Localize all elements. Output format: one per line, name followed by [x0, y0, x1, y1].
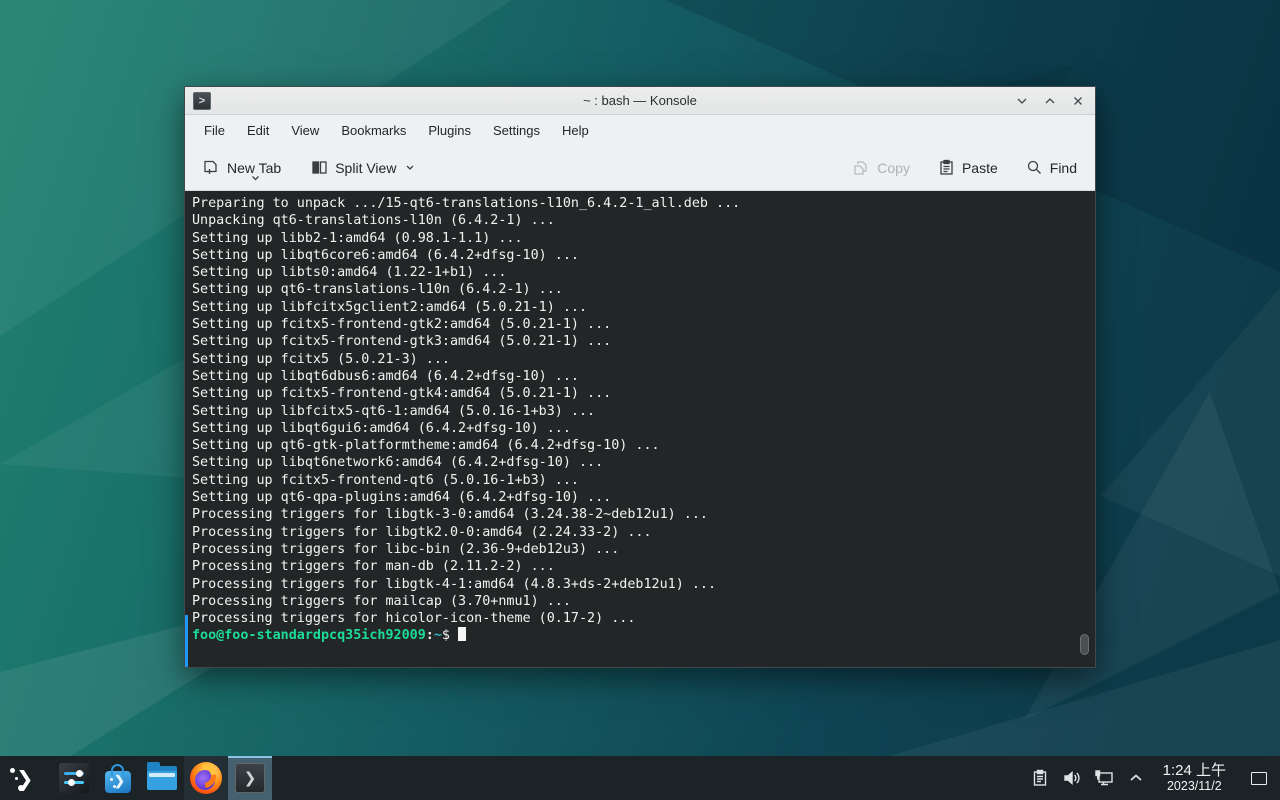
- new-output-indicator: [185, 615, 188, 667]
- chevron-down-icon: [405, 164, 415, 171]
- menu-item[interactable]: Help: [553, 119, 598, 142]
- menu-item[interactable]: Plugins: [419, 119, 480, 142]
- paste-button[interactable]: Paste: [930, 153, 1006, 182]
- menu-item[interactable]: Settings: [484, 119, 549, 142]
- clock-date: 2023/11/2: [1163, 779, 1226, 793]
- window-title: ~ : bash — Konsole: [185, 93, 1095, 108]
- terminal-line: Setting up libqt6gui6:amd64 (6.4.2+dfsg-…: [192, 420, 1095, 437]
- konsole-window: > ~ : bash — Konsole FileEditViewBookmar…: [184, 86, 1096, 668]
- shell-prompt-line: foo@foo-standardpcq35ich92009:~$: [192, 627, 1095, 644]
- taskbar-panel: ❯ ❯ ❯: [0, 756, 1280, 800]
- app-launcher-button[interactable]: ❯: [0, 756, 44, 800]
- terminal-line: Unpacking qt6-translations-l10n (6.4.2-1…: [192, 212, 1095, 229]
- file-manager-button[interactable]: [140, 756, 184, 800]
- terminal-line: Setting up fcitx5 (5.0.21-3) ...: [192, 351, 1095, 368]
- clock-time: 1:24 上午: [1163, 763, 1226, 780]
- prompt-path: ~: [434, 628, 442, 643]
- file-manager-icon: [147, 766, 177, 790]
- terminal-line: Processing triggers for hicolor-icon-the…: [192, 610, 1095, 627]
- split-view-label: Split View: [335, 160, 396, 176]
- terminal-output: Preparing to unpack .../15-qt6-translati…: [192, 195, 1095, 627]
- konsole-icon: ❯: [235, 763, 265, 793]
- terminal-line: Setting up libqt6network6:amd64 (6.4.2+d…: [192, 454, 1095, 471]
- split-view-icon: [311, 159, 328, 176]
- find-label: Find: [1050, 160, 1077, 176]
- system-tray: 1:24 上午 2023/11/2: [1027, 756, 1280, 800]
- chevron-up-icon[interactable]: [1123, 763, 1149, 793]
- terminal-line: Setting up fcitx5-frontend-qt6 (5.0.16-1…: [192, 472, 1095, 489]
- app-launcher-icon: ❯: [9, 765, 35, 791]
- copy-button[interactable]: Copy: [845, 153, 918, 182]
- menu-item[interactable]: File: [195, 119, 234, 142]
- clipboard-icon[interactable]: [1027, 763, 1053, 793]
- menu-bar: FileEditViewBookmarksPluginsSettingsHelp: [185, 115, 1095, 145]
- terminal-line: Setting up libb2-1:amd64 (0.98.1-1.1) ..…: [192, 230, 1095, 247]
- copy-label: Copy: [877, 160, 910, 176]
- terminal-line: Processing triggers for libc-bin (2.36-9…: [192, 541, 1095, 558]
- terminal-line: Setting up qt6-translations-l10n (6.4.2-…: [192, 281, 1095, 298]
- terminal-line: Setting up qt6-qpa-plugins:amd64 (6.4.2+…: [192, 489, 1095, 506]
- maximize-button[interactable]: [1041, 92, 1059, 110]
- new-tab-icon: [203, 159, 220, 176]
- discover-icon: ❯: [105, 771, 131, 793]
- close-button[interactable]: [1069, 92, 1087, 110]
- new-tab-label: New Tab: [227, 160, 281, 176]
- terminal-line: Setting up qt6-gtk-platformtheme:amd64 (…: [192, 437, 1095, 454]
- terminal-line: Setting up fcitx5-frontend-gtk4:amd64 (5…: [192, 385, 1095, 402]
- show-desktop-icon: [1251, 772, 1267, 785]
- terminal-line: Setting up fcitx5-frontend-gtk2:amd64 (5…: [192, 316, 1095, 333]
- minimize-button[interactable]: [1013, 92, 1031, 110]
- discover-button[interactable]: ❯: [96, 756, 140, 800]
- terminal-line: Setting up libfcitx5-qt6-1:amd64 (5.0.16…: [192, 403, 1095, 420]
- terminal-line: Processing triggers for man-db (2.11.2-2…: [192, 558, 1095, 575]
- menu-item[interactable]: View: [282, 119, 328, 142]
- taskbar-task-konsole-active[interactable]: ❯: [228, 756, 272, 800]
- terminal-line: Setting up libfcitx5gclient2:amd64 (5.0.…: [192, 299, 1095, 316]
- system-settings-icon: [59, 763, 89, 793]
- system-settings-button[interactable]: [52, 756, 96, 800]
- terminal-line: Processing triggers for mailcap (3.70+nm…: [192, 593, 1095, 610]
- chevron-down-icon: [251, 175, 260, 181]
- split-view-button[interactable]: Split View: [303, 153, 423, 182]
- terminal-view[interactable]: Preparing to unpack .../15-qt6-translati…: [185, 191, 1095, 667]
- firefox-icon: [190, 762, 222, 794]
- prompt-user-host: foo@foo-standardpcq35ich92009: [192, 628, 426, 643]
- menu-item[interactable]: Bookmarks: [332, 119, 415, 142]
- menu-item[interactable]: Edit: [238, 119, 278, 142]
- terminal-line: Setting up libqt6dbus6:amd64 (6.4.2+dfsg…: [192, 368, 1095, 385]
- clock-widget[interactable]: 1:24 上午 2023/11/2: [1155, 763, 1234, 794]
- taskbar-task-firefox[interactable]: [184, 756, 228, 800]
- terminal-line: Setting up libts0:amd64 (1.22-1+b1) ...: [192, 264, 1095, 281]
- copy-icon: [853, 159, 870, 176]
- terminal-line: Setting up fcitx5-frontend-gtk3:amd64 (5…: [192, 333, 1095, 350]
- paste-icon: [938, 159, 955, 176]
- terminal-cursor: [458, 627, 466, 641]
- paste-label: Paste: [962, 160, 998, 176]
- network-icon[interactable]: [1091, 763, 1117, 793]
- find-button[interactable]: Find: [1018, 153, 1085, 182]
- terminal-line: Processing triggers for libgtk-3-0:amd64…: [192, 506, 1095, 523]
- volume-icon[interactable]: [1059, 763, 1085, 793]
- show-desktop-button[interactable]: [1244, 756, 1274, 800]
- toolbar: New Tab Split View Copy Past: [185, 145, 1095, 191]
- terminal-line: Preparing to unpack .../15-qt6-translati…: [192, 195, 1095, 212]
- terminal-scrollbar[interactable]: [1080, 634, 1089, 655]
- terminal-line: Processing triggers for libgtk-4-1:amd64…: [192, 576, 1095, 593]
- terminal-line: Processing triggers for libgtk2.0-0:amd6…: [192, 524, 1095, 541]
- search-icon: [1026, 159, 1043, 176]
- window-titlebar[interactable]: > ~ : bash — Konsole: [185, 87, 1095, 115]
- new-tab-button[interactable]: New Tab: [195, 153, 289, 182]
- terminal-line: Setting up libqt6core6:amd64 (6.4.2+dfsg…: [192, 247, 1095, 264]
